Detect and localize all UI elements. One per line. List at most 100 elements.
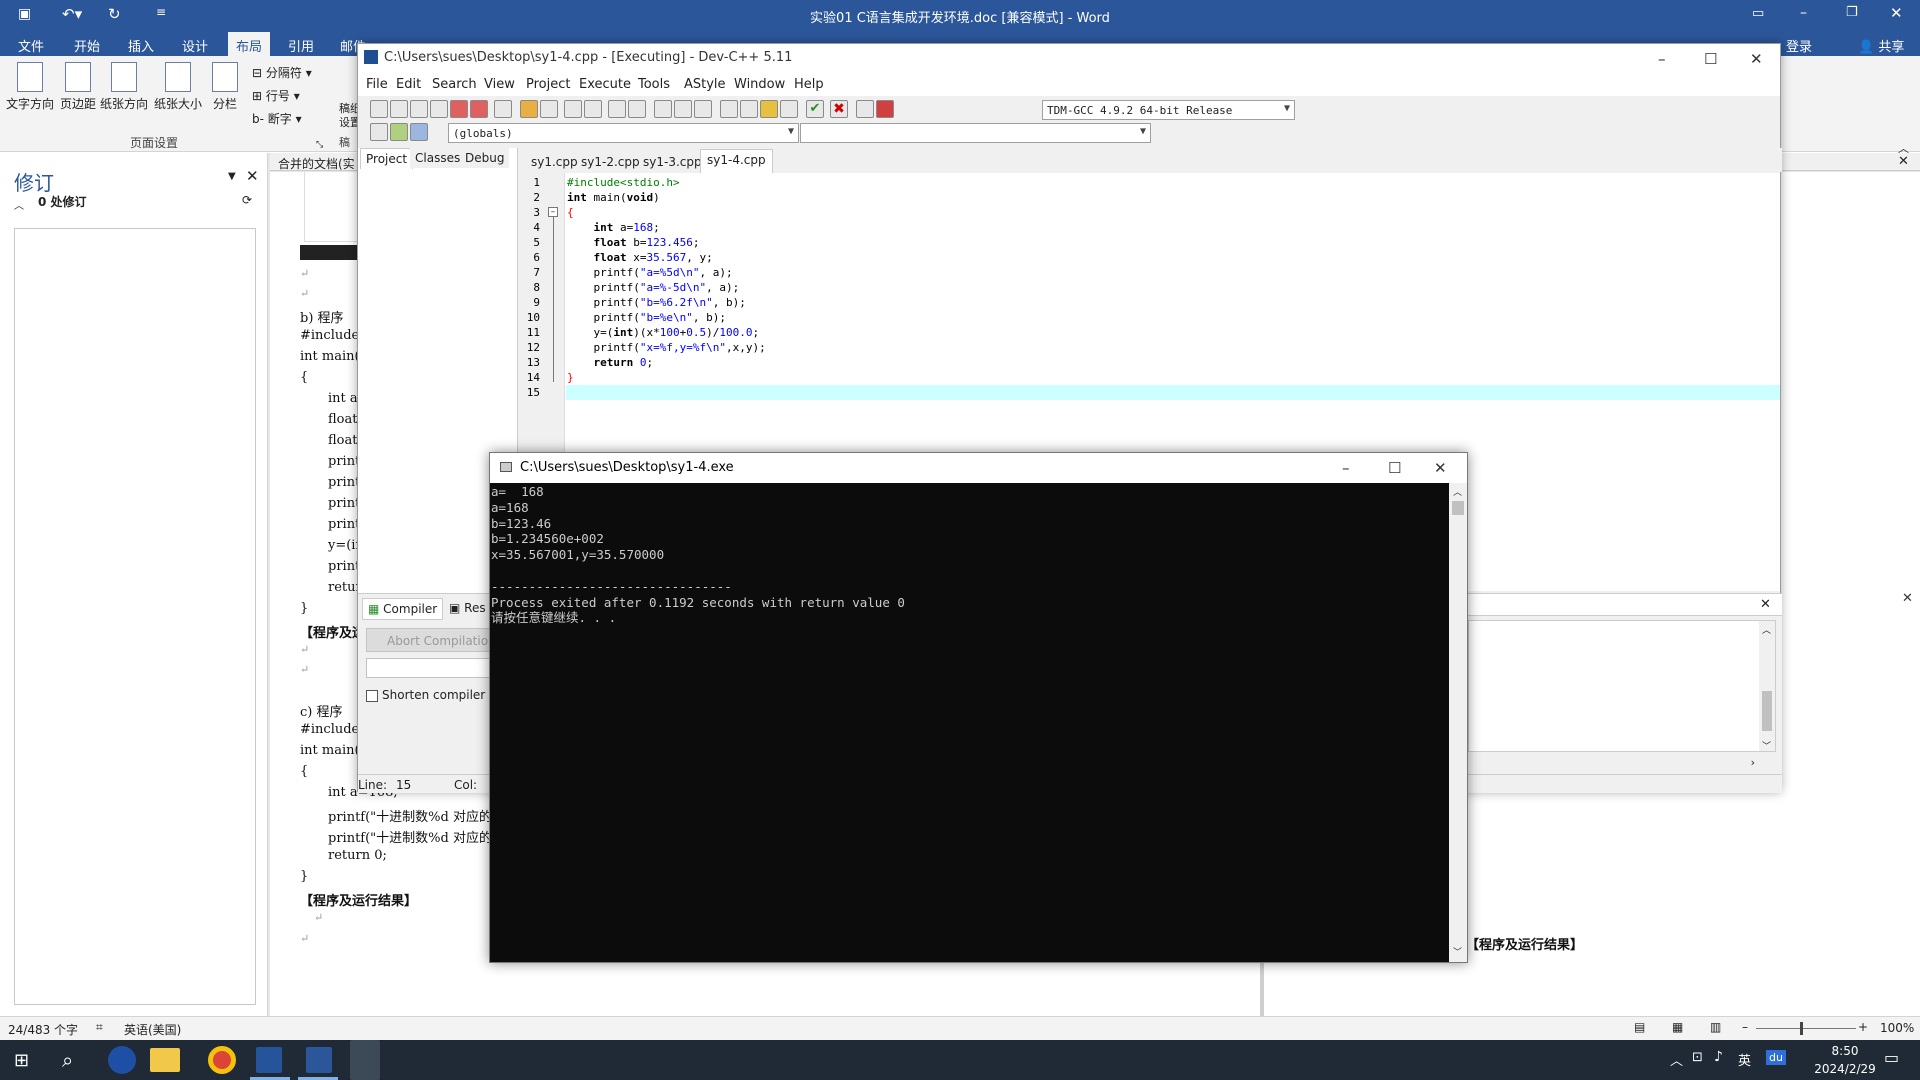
pane-options-icon[interactable]: ▼ [228,171,236,182]
vertical-scrollbar[interactable]: ︿ ﹀ [1759,621,1775,752]
redo-icon[interactable] [540,100,558,118]
syntax-check-icon[interactable]: ✔ [806,100,824,118]
share-button[interactable]: 👤 共享 [1858,36,1904,55]
console-window[interactable]: C:\Users\sues\Desktop\sy1-4.exe – ☐ ✕ a=… [489,452,1468,963]
debug-icon[interactable] [876,100,894,118]
hyphenation-button[interactable]: b‑ 断字 ▾ [252,110,302,127]
tab-insert[interactable]: 插入 [128,36,154,55]
tab-project[interactable]: Project [360,148,414,169]
scroll-right-icon[interactable]: › [1751,756,1755,769]
menu-edit[interactable]: Edit [396,77,421,92]
zoom-slider-thumb[interactable] [1800,1022,1803,1035]
menu-help[interactable]: Help [794,77,824,92]
text-direction-button[interactable]: 文字方向 [4,62,56,112]
scroll-down-icon[interactable]: ﹀ [1762,739,1771,752]
tab-file[interactable]: 文件 [18,36,44,55]
pane-close-icon[interactable]: ✕ [246,167,259,185]
network-icon[interactable]: ⊡ [1692,1050,1703,1065]
open-file-icon[interactable] [390,100,408,118]
close-icon[interactable]: ✕ [1434,459,1447,477]
print-layout-icon[interactable]: ▦ [1672,1020,1683,1034]
edge-icon[interactable] [108,1046,136,1074]
orientation-button[interactable]: 纸张方向 [98,62,150,112]
zoom-level[interactable]: 100% [1880,1021,1914,1035]
maximize-icon[interactable]: ☐ [1388,459,1401,477]
word-count[interactable]: 24/483 个字 [8,1021,78,1038]
unindent-icon[interactable] [628,100,646,118]
tab-compiler[interactable]: ▦ Compiler [362,598,444,620]
menu-view[interactable]: View [484,77,515,92]
compiler-select[interactable]: TDM-GCC 4.9.2 64-bit Release ▼ [1042,100,1295,120]
language[interactable]: 英语(美国) [124,1021,181,1038]
scroll-thumb[interactable] [1762,691,1772,731]
compile-icon[interactable] [720,100,738,118]
minimize-icon[interactable]: – [1658,50,1666,68]
compiler-output[interactable]: ︿ ﹀ › [1468,620,1776,769]
save-icon[interactable] [410,100,428,118]
dialog-launcher-icon[interactable]: ⤡ [316,140,323,150]
file-tab[interactable]: sy1-3.cpp [638,152,707,172]
symbol-select[interactable]: ▼ [800,123,1151,143]
scroll-up-icon[interactable]: ︿ [1453,485,1462,498]
console-taskbar-item[interactable] [350,1040,380,1080]
bookmark-icon[interactable] [694,100,712,118]
menu-execute[interactable]: Execute [579,77,631,92]
login-link[interactable]: 登录 [1786,36,1812,55]
new-file-icon[interactable] [370,100,388,118]
menu-window[interactable]: Window [734,77,785,92]
goto-icon[interactable] [410,123,428,141]
volume-icon[interactable]: ♪ [1714,1049,1723,1065]
menu-file[interactable]: File [366,77,388,92]
minimize-icon[interactable]: – [1800,5,1807,21]
collapse-icon[interactable]: ︿ [14,197,24,212]
tab-design[interactable]: 设计 [182,36,208,55]
close-icon[interactable]: ✕ [1890,4,1903,22]
insert-icon[interactable] [370,123,388,141]
close-file-icon[interactable] [450,100,468,118]
console-scrollbar[interactable]: ︿ ﹀ [1449,483,1467,962]
chrome-icon[interactable] [208,1046,236,1074]
word-taskbar-icon[interactable] [306,1047,332,1073]
menu-tools[interactable]: Tools [638,77,670,92]
size-button[interactable]: 纸张大小 [152,62,204,112]
devcpp-taskbar-icon[interactable] [256,1047,282,1073]
line-numbers-button[interactable]: ⊞ 行号 ▾ [252,87,300,104]
windows-start-icon[interactable]: ⊞ [14,1050,29,1071]
save-all-icon[interactable] [430,100,448,118]
zoom-out-icon[interactable]: – [1742,1020,1748,1034]
margins-button[interactable]: 页边距 [52,62,104,112]
maximize-icon[interactable]: ☐ [1704,50,1717,68]
scroll-thumb[interactable] [1452,501,1464,515]
proofing-icon[interactable]: ⌗ [96,1020,103,1035]
scroll-down-icon[interactable]: ﹀ [1453,945,1462,958]
find-icon[interactable] [564,100,582,118]
fold-icon[interactable]: – [548,207,558,217]
zoom-slider[interactable] [1756,1028,1856,1029]
tab-home[interactable]: 开始 [74,36,100,55]
run-icon[interactable] [740,100,758,118]
replace-icon[interactable] [584,100,602,118]
zoom-in-icon[interactable]: + [1858,1020,1868,1034]
minimize-icon[interactable]: – [1342,459,1350,477]
undo-icon[interactable] [520,100,538,118]
panel-close-icon[interactable]: ✕ [1760,597,1771,612]
tab-debug[interactable]: Debug [460,148,510,168]
menu-astyle[interactable]: AStyle [684,77,726,92]
compile-run-icon[interactable] [760,100,778,118]
file-tab[interactable]: sy1-2.cpp [576,152,645,172]
web-layout-icon[interactable]: ▥ [1710,1020,1721,1034]
ribbon-display-icon[interactable]: ▭ [1752,6,1764,21]
goto-forward-icon[interactable] [674,100,692,118]
revisions-list[interactable] [14,228,256,1005]
stop-execution-icon[interactable]: ✖ [830,100,848,118]
print-icon[interactable] [494,100,512,118]
clock-date[interactable]: 2024/2/29 [1800,1062,1890,1076]
lower-pane-close-icon[interactable]: ✕ [1902,591,1913,606]
goto-back-icon[interactable] [654,100,672,118]
tab-resources[interactable]: ▣ Res [444,598,491,618]
tab-classes[interactable]: Classes [410,148,466,168]
restore-icon[interactable]: ❐ [1846,5,1858,20]
menu-search[interactable]: Search [432,77,477,92]
close-all-icon[interactable] [470,100,488,118]
search-icon[interactable]: ⌕ [62,1048,73,1072]
